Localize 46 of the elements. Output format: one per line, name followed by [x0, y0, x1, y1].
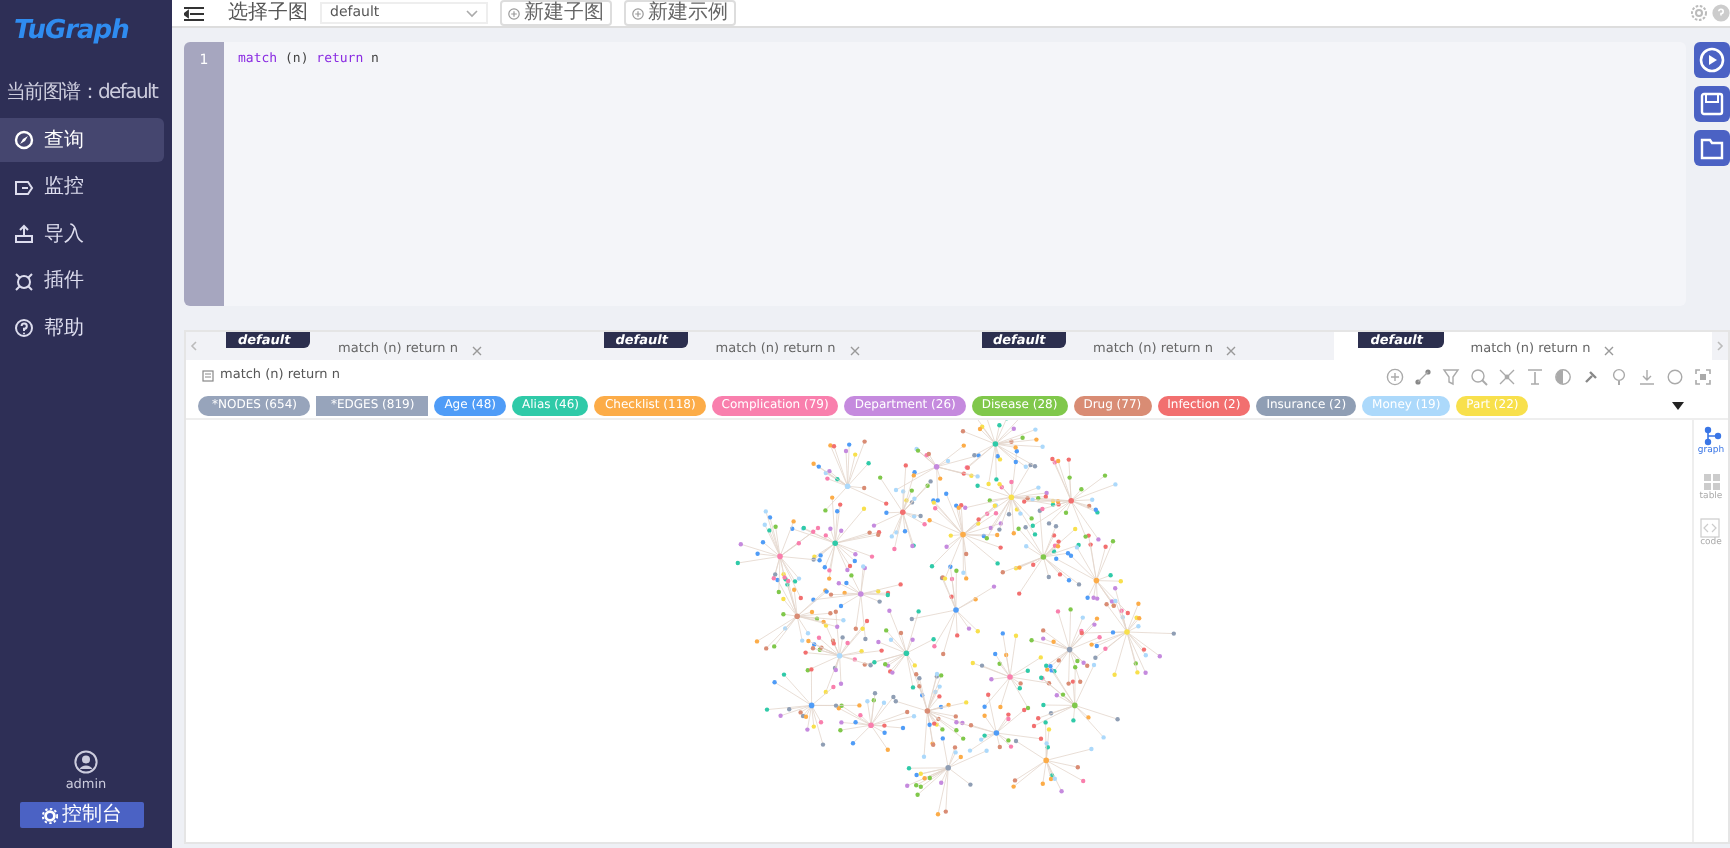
circle-half-icon[interactable]	[1554, 367, 1572, 385]
dropdown-caret-icon[interactable]	[1672, 401, 1684, 409]
user-avatar-icon	[74, 750, 98, 775]
close-icon[interactable]	[849, 345, 860, 355]
sidebar-item[interactable]: 监控	[0, 165, 164, 209]
table-view-icon	[1701, 472, 1721, 492]
folder-button[interactable]	[1694, 130, 1730, 166]
zoom-icon[interactable]	[1470, 367, 1488, 385]
close-icon[interactable]	[1226, 345, 1237, 355]
code-view-icon	[1700, 518, 1721, 538]
compass-icon	[14, 130, 34, 150]
help-icon[interactable]	[1712, 4, 1730, 22]
close-icon[interactable]	[1604, 345, 1615, 355]
toolbar-button[interactable]: 新建子图	[500, 0, 612, 26]
add-icon[interactable]	[1386, 367, 1404, 385]
gear-icon	[42, 807, 59, 823]
run-button[interactable]	[1694, 42, 1730, 78]
plus-circle-icon	[632, 7, 644, 19]
sidebar-item[interactable]: 查询	[0, 118, 164, 162]
nodes-icon[interactable]	[1414, 367, 1432, 385]
close-icon[interactable]	[471, 345, 482, 355]
graph-drawing[interactable]	[735, 420, 1176, 817]
subgraph-label: 选择子图	[228, 0, 308, 28]
query-icon	[202, 370, 214, 382]
toolbar-button[interactable]: 新建示例	[624, 0, 736, 26]
fit-icon[interactable]	[1694, 367, 1712, 385]
sidebar-item[interactable]: 帮助	[0, 306, 164, 350]
settings-icon[interactable]	[1690, 4, 1709, 22]
plugin-icon	[14, 271, 34, 291]
upload-icon	[14, 224, 34, 244]
console-button[interactable]: 控制台	[20, 802, 144, 828]
help-icon	[14, 318, 34, 338]
save-button[interactable]	[1694, 86, 1730, 122]
menu-icon[interactable]	[184, 5, 204, 21]
chevron-down-icon	[466, 9, 478, 17]
logo: TuGraph	[12, 14, 131, 46]
run-icon	[1698, 46, 1726, 74]
plus-circle-icon	[508, 7, 520, 19]
current-graph-label: 当前图谱：default	[6, 82, 158, 106]
graph-view-icon	[1701, 426, 1721, 446]
download-icon[interactable]	[1638, 367, 1656, 385]
sidebar-item[interactable]: 导入	[0, 212, 164, 256]
save-icon	[1698, 90, 1726, 118]
filter-icon[interactable]	[1442, 367, 1460, 385]
sidebar-item[interactable]: 插件	[0, 259, 164, 303]
folder-icon	[1698, 134, 1726, 162]
